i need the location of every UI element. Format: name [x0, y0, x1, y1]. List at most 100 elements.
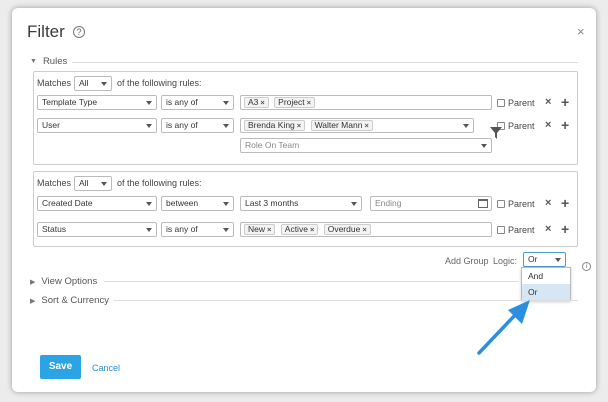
tag: Active × [280, 224, 319, 235]
remove-tag-icon[interactable]: × [267, 225, 271, 234]
save-button[interactable]: Save [40, 355, 81, 379]
role-on-team-select[interactable]: Role On Team [240, 138, 492, 153]
operator-value: between [166, 198, 199, 208]
role-on-team-placeholder: Role On Team [245, 140, 300, 150]
expand-triangle-icon: ▶ [30, 278, 36, 286]
filter-funnel-icon[interactable] [490, 127, 502, 139]
info-icon[interactable]: i [582, 262, 591, 271]
rules-label: Rules [42, 56, 68, 67]
value-multiselect[interactable]: Brenda King × Walter Mann × [240, 118, 474, 133]
remove-rule-icon[interactable]: × [545, 97, 551, 108]
caret-icon [351, 202, 357, 206]
operator-select[interactable]: is any of [161, 118, 234, 133]
logic-select[interactable]: Or [523, 252, 566, 267]
matches-select[interactable]: All [74, 76, 112, 91]
operator-select[interactable]: is any of [161, 222, 234, 237]
ending-placeholder: Ending [375, 198, 402, 208]
value-multiselect[interactable]: New × Active × Overdue × [240, 222, 492, 237]
caret-icon [146, 228, 152, 232]
matches-value: All [79, 178, 89, 188]
operator-select[interactable]: is any of [161, 95, 234, 110]
expand-triangle-icon: ▶ [30, 297, 36, 305]
caret-icon [146, 101, 152, 105]
add-rule-icon[interactable]: + [561, 118, 569, 132]
remove-rule-icon[interactable]: × [545, 120, 551, 131]
operator-value: is any of [166, 97, 198, 107]
parent-checkbox[interactable] [497, 226, 505, 234]
parent-label: Parent [508, 98, 535, 108]
collapse-triangle-icon: ▼ [30, 58, 37, 65]
caret-icon [223, 124, 229, 128]
logic-label: Logic: [493, 256, 518, 266]
matches-select[interactable]: All [74, 176, 112, 191]
sort-currency-toggle[interactable]: ▶ Sort & Currency [30, 295, 109, 306]
field-value: Template Type [42, 97, 98, 107]
tag: Brenda King × [244, 120, 306, 131]
caret-icon [481, 144, 487, 148]
tag: New × [244, 224, 276, 235]
divider [72, 62, 578, 63]
caret-icon [146, 202, 152, 206]
parent-checkbox[interactable] [497, 99, 505, 107]
value-multiselect[interactable]: A3 × Project × [240, 95, 492, 110]
tag: A3 × [244, 97, 269, 108]
tag-label: A3 [248, 97, 259, 107]
divider [104, 281, 519, 282]
parent-label: Parent [508, 199, 535, 209]
remove-tag-icon[interactable]: × [297, 121, 301, 130]
remove-tag-icon[interactable]: × [362, 225, 366, 234]
date-range-select[interactable]: Last 3 months [240, 196, 362, 211]
caret-icon [463, 124, 469, 128]
following-rules-label: of the following rules: [117, 78, 202, 88]
logic-dropdown: And Or [521, 267, 571, 301]
field-select[interactable]: Status [37, 222, 157, 237]
cancel-button[interactable]: Cancel [92, 363, 120, 373]
sort-currency-label: Sort & Currency [41, 295, 109, 306]
following-rules-label: of the following rules: [117, 178, 202, 188]
caret-icon [223, 228, 229, 232]
remove-tag-icon[interactable]: × [310, 225, 314, 234]
add-group-link[interactable]: Add Group [445, 256, 489, 266]
operator-value: is any of [166, 224, 198, 234]
caret-icon [101, 182, 107, 186]
tag: Overdue × [323, 224, 371, 235]
remove-tag-icon[interactable]: × [364, 121, 368, 130]
tag: Walter Mann × [310, 120, 373, 131]
matches-label: Matches [37, 178, 72, 188]
field-select[interactable]: Created Date [37, 196, 157, 211]
parent-checkbox[interactable] [497, 200, 505, 208]
rule-group-1: Matches All of the following rules: Temp… [33, 71, 578, 165]
field-value: User [42, 120, 60, 130]
field-select[interactable]: Template Type [37, 95, 157, 110]
help-icon[interactable]: ? [73, 26, 85, 38]
ending-date-input[interactable]: Ending [370, 196, 492, 211]
rules-section-toggle[interactable]: ▼ Rules [30, 56, 67, 67]
tag: Project × [274, 97, 316, 108]
calendar-icon[interactable] [478, 199, 488, 208]
parent-label: Parent [508, 225, 535, 235]
caret-icon [146, 124, 152, 128]
close-icon[interactable]: × [577, 24, 585, 39]
operator-select[interactable]: between [161, 196, 234, 211]
view-options-toggle[interactable]: ▶ View Options [30, 276, 97, 287]
caret-icon [223, 101, 229, 105]
add-rule-icon[interactable]: + [561, 95, 569, 109]
annotation-arrow-icon [477, 300, 530, 355]
field-value: Status [42, 224, 67, 234]
tag-label: Brenda King [248, 120, 295, 130]
tag-label: Active [284, 224, 308, 234]
operator-value: is any of [166, 120, 198, 130]
matches-value: All [79, 78, 89, 88]
remove-tag-icon[interactable]: × [307, 98, 311, 107]
remove-rule-icon[interactable]: × [545, 198, 551, 209]
caret-icon [101, 82, 107, 86]
add-rule-icon[interactable]: + [561, 196, 569, 210]
caret-icon [223, 202, 229, 206]
add-rule-icon[interactable]: + [561, 222, 569, 236]
view-options-label: View Options [41, 276, 98, 287]
remove-tag-icon[interactable]: × [260, 98, 264, 107]
remove-rule-icon[interactable]: × [545, 224, 551, 235]
field-select[interactable]: User [37, 118, 157, 133]
logic-option-and[interactable]: And [522, 268, 570, 284]
date-range-value: Last 3 months [245, 198, 299, 208]
